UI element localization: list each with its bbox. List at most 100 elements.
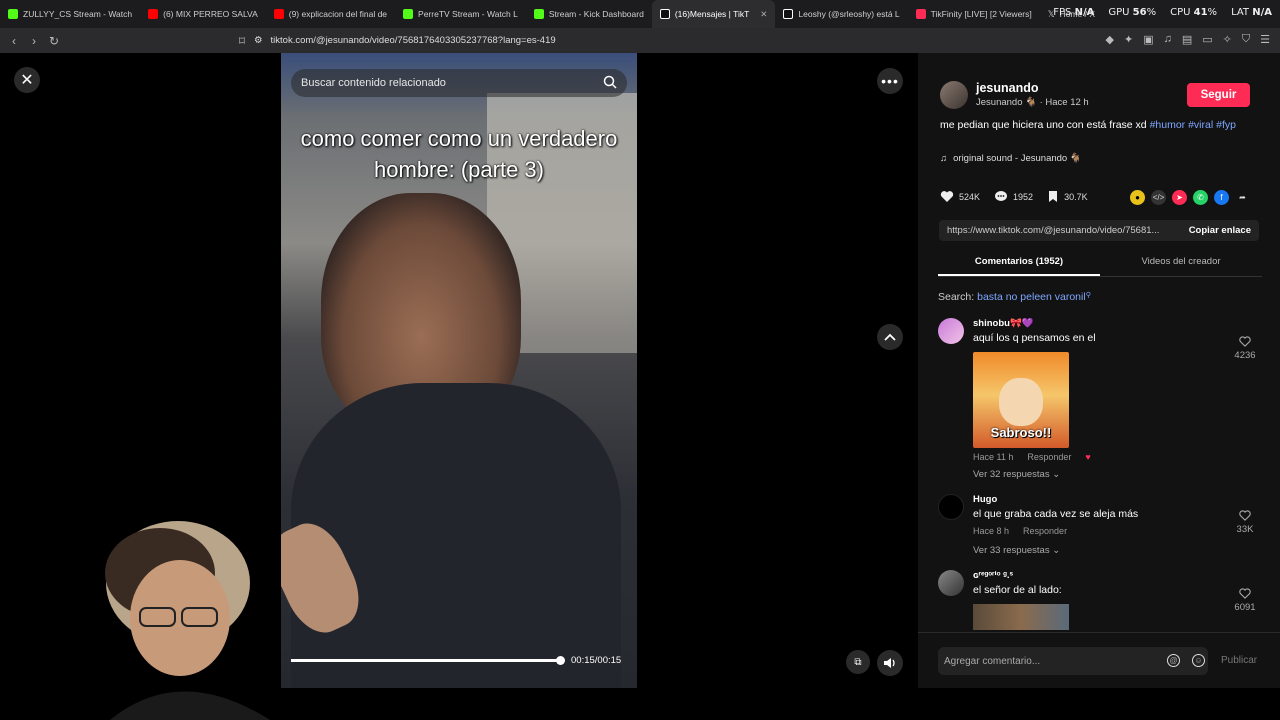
wallet-icon[interactable]: ▭ <box>1202 33 1212 46</box>
publish-button[interactable]: Publicar <box>1221 655 1257 666</box>
close-tab-icon[interactable]: ✕ <box>760 9 767 20</box>
comment-like-button[interactable]: 4236 <box>1231 336 1259 361</box>
music-note-icon: ♫ <box>940 153 948 164</box>
post-meta: Jesunando 🐐 · Hace 12 h <box>976 97 1089 108</box>
emoji-icon[interactable]: ☺ <box>1192 654 1205 667</box>
comment-item: ɢʳᵉᵍᵒʳⁱᵒ ᵍ.ˢ el señor de al lado: 6091 <box>938 570 1263 632</box>
kick-icon <box>8 9 18 19</box>
copy-link-button[interactable]: Copiar enlace <box>1189 225 1251 236</box>
save-button[interactable]: 30.7K <box>1047 190 1088 203</box>
reload-icon[interactable]: ↻ <box>44 34 64 48</box>
bookmark-icon <box>1049 191 1058 202</box>
comment-author[interactable]: ɢʳᵉᵍᵒʳⁱᵒ ᵍ.ˢ <box>973 570 1013 581</box>
comment-input[interactable]: Agregar comentario... @ ☺ <box>938 647 1208 675</box>
link-field[interactable]: https://www.tiktok.com/@jesunando/video/… <box>939 220 1259 241</box>
tab-comments[interactable]: Comentarios (1952) <box>938 251 1100 276</box>
chevron-up-icon <box>884 333 896 341</box>
forward-icon[interactable]: › <box>24 34 44 48</box>
follow-button[interactable]: Seguir <box>1187 83 1250 107</box>
progress-bar[interactable] <box>291 656 565 665</box>
tiktok-icon <box>659 9 670 19</box>
avatar[interactable] <box>938 570 964 596</box>
video-frame-person-body <box>291 383 621 688</box>
youtube-icon <box>273 9 284 19</box>
browser-tab[interactable]: Leoshy (@srleoshy) está L <box>775 0 907 28</box>
browser-toolbar: ‹ › ↻ ⌑ ⚙ tiktok.com/@jesunando/video/75… <box>0 28 1280 53</box>
coin-icon[interactable]: ● <box>1130 190 1145 205</box>
progress-knob[interactable] <box>556 656 565 665</box>
browser-tab[interactable]: TikFinity [LIVE] [2 Viewers] <box>908 0 1040 28</box>
browser-tab-bar: ZULLYY_CS Stream - Watch (6) MIX PERREO … <box>0 0 1280 28</box>
details-panel: jesunando Jesunando 🐐 · Hace 12 h Seguir… <box>918 53 1280 720</box>
browser-tab[interactable]: (6) MIX PERREO SALVA <box>140 0 266 28</box>
volume-button[interactable] <box>877 650 903 676</box>
hashtag-link[interactable]: #viral <box>1188 119 1213 131</box>
tab-creator-videos[interactable]: Videos del creador <box>1100 251 1262 276</box>
avatar[interactable] <box>938 494 964 520</box>
panel-tabs: Comentarios (1952) Videos del creador <box>938 251 1262 277</box>
avatar[interactable] <box>938 318 964 344</box>
browser-tab[interactable]: PerreTV Stream - Watch L <box>395 0 526 28</box>
browser-tab[interactable]: ZULLYY_CS Stream - Watch <box>0 0 140 28</box>
facebook-icon[interactable]: f <box>1214 190 1229 205</box>
address-bar[interactable]: ⚙ tiktok.com/@jesunando/video/7568176403… <box>254 31 974 50</box>
reply-button[interactable]: Responder <box>1027 452 1071 462</box>
previous-video-button[interactable] <box>877 324 903 350</box>
share-arrow-icon[interactable]: ➦ <box>1235 190 1250 205</box>
heart-outline-icon <box>1239 588 1251 599</box>
extension-icon[interactable]: ◆ <box>1106 33 1114 46</box>
browser-tab[interactable]: (9) explicacion del final de <box>266 0 395 28</box>
back-icon[interactable]: ‹ <box>4 34 24 48</box>
view-replies-button[interactable]: Ver 32 respuestas ⌄ <box>973 469 1060 480</box>
comment-icon <box>995 191 1008 201</box>
more-options-icon[interactable]: ••• <box>877 68 903 94</box>
miniplayer-icon[interactable]: ⧉ <box>846 650 870 674</box>
comment-like-button[interactable]: 6091 <box>1231 588 1259 613</box>
comment-sticker-image[interactable]: Sabroso!! <box>973 352 1069 448</box>
menu-icon[interactable]: ☰ <box>1260 33 1270 46</box>
hashtag-link[interactable]: #humor <box>1150 119 1186 131</box>
sticker-text: Sabroso!! <box>990 425 1052 440</box>
view-replies-button[interactable]: Ver 33 respuestas ⌄ <box>973 545 1060 556</box>
sound-link[interactable]: ♫ original sound - Jesunando 🐐 <box>940 153 1082 164</box>
search-suggestion[interactable]: Search: basta no peleen varonil⚲ <box>938 291 1091 303</box>
puzzle-icon[interactable]: ✦ <box>1124 33 1133 46</box>
close-icon[interactable]: ✕ <box>14 67 40 93</box>
video-player[interactable]: Buscar contenido relacionado como comer … <box>281 53 637 688</box>
share-row: ● </> ➤ ✆ f ➦ <box>1130 190 1250 205</box>
music-icon[interactable]: ♫ <box>1164 33 1172 46</box>
search-icon[interactable] <box>603 75 617 89</box>
reply-button[interactable]: Responder <box>1023 526 1067 536</box>
related-search-input[interactable]: Buscar contenido relacionado <box>291 69 627 97</box>
whatsapp-icon[interactable]: ✆ <box>1193 190 1208 205</box>
comment-item: shinobu🎀💜 aquí los q pensamos en el Sabr… <box>938 318 1263 488</box>
post-description: me pedian que hiciera uno con está frase… <box>940 119 1236 131</box>
ai-icon[interactable]: ✧ <box>1223 33 1232 46</box>
search-icon: ⚲ <box>1085 292 1091 299</box>
comment-sticker-image[interactable] <box>973 604 1069 630</box>
embed-icon[interactable]: </> <box>1151 190 1166 205</box>
comment-item: Hugo el que graba cada vez se aleja más … <box>938 494 1263 564</box>
browser-tab-active[interactable]: (16)Mensajes | TikT ✕ <box>651 0 776 28</box>
like-button[interactable]: 524K <box>940 190 980 203</box>
bookmark-icon[interactable]: ⌑ <box>232 34 252 48</box>
send-icon[interactable]: ➤ <box>1172 190 1187 205</box>
comment-like-button[interactable]: 33K <box>1231 510 1259 535</box>
site-info-icon[interactable]: ⚙ <box>254 35 263 46</box>
comment-button[interactable]: 1952 <box>994 190 1033 203</box>
comment-text: el señor de al lado: <box>973 584 1062 596</box>
username[interactable]: jesunando <box>976 81 1039 95</box>
comment-composer: Agregar comentario... @ ☺ Publicar <box>918 632 1280 688</box>
browser-tab[interactable]: Stream - Kick Dashboard <box>526 0 652 28</box>
comment-meta: Hace 8 h Responder <box>973 526 1068 536</box>
creator-liked-icon: ♥ <box>1085 452 1091 462</box>
avatar[interactable] <box>940 81 968 109</box>
bottom-strip <box>918 688 1280 720</box>
screenshot-icon[interactable]: ▣ <box>1143 33 1153 46</box>
shield-icon[interactable]: ⛉ <box>1242 33 1250 46</box>
comment-author[interactable]: shinobu🎀💜 <box>973 318 1034 329</box>
hashtag-link[interactable]: #fyp <box>1216 119 1236 131</box>
comment-author[interactable]: Hugo <box>973 494 997 505</box>
mention-icon[interactable]: @ <box>1167 654 1180 667</box>
sidebar-icon[interactable]: ▤ <box>1182 33 1192 46</box>
